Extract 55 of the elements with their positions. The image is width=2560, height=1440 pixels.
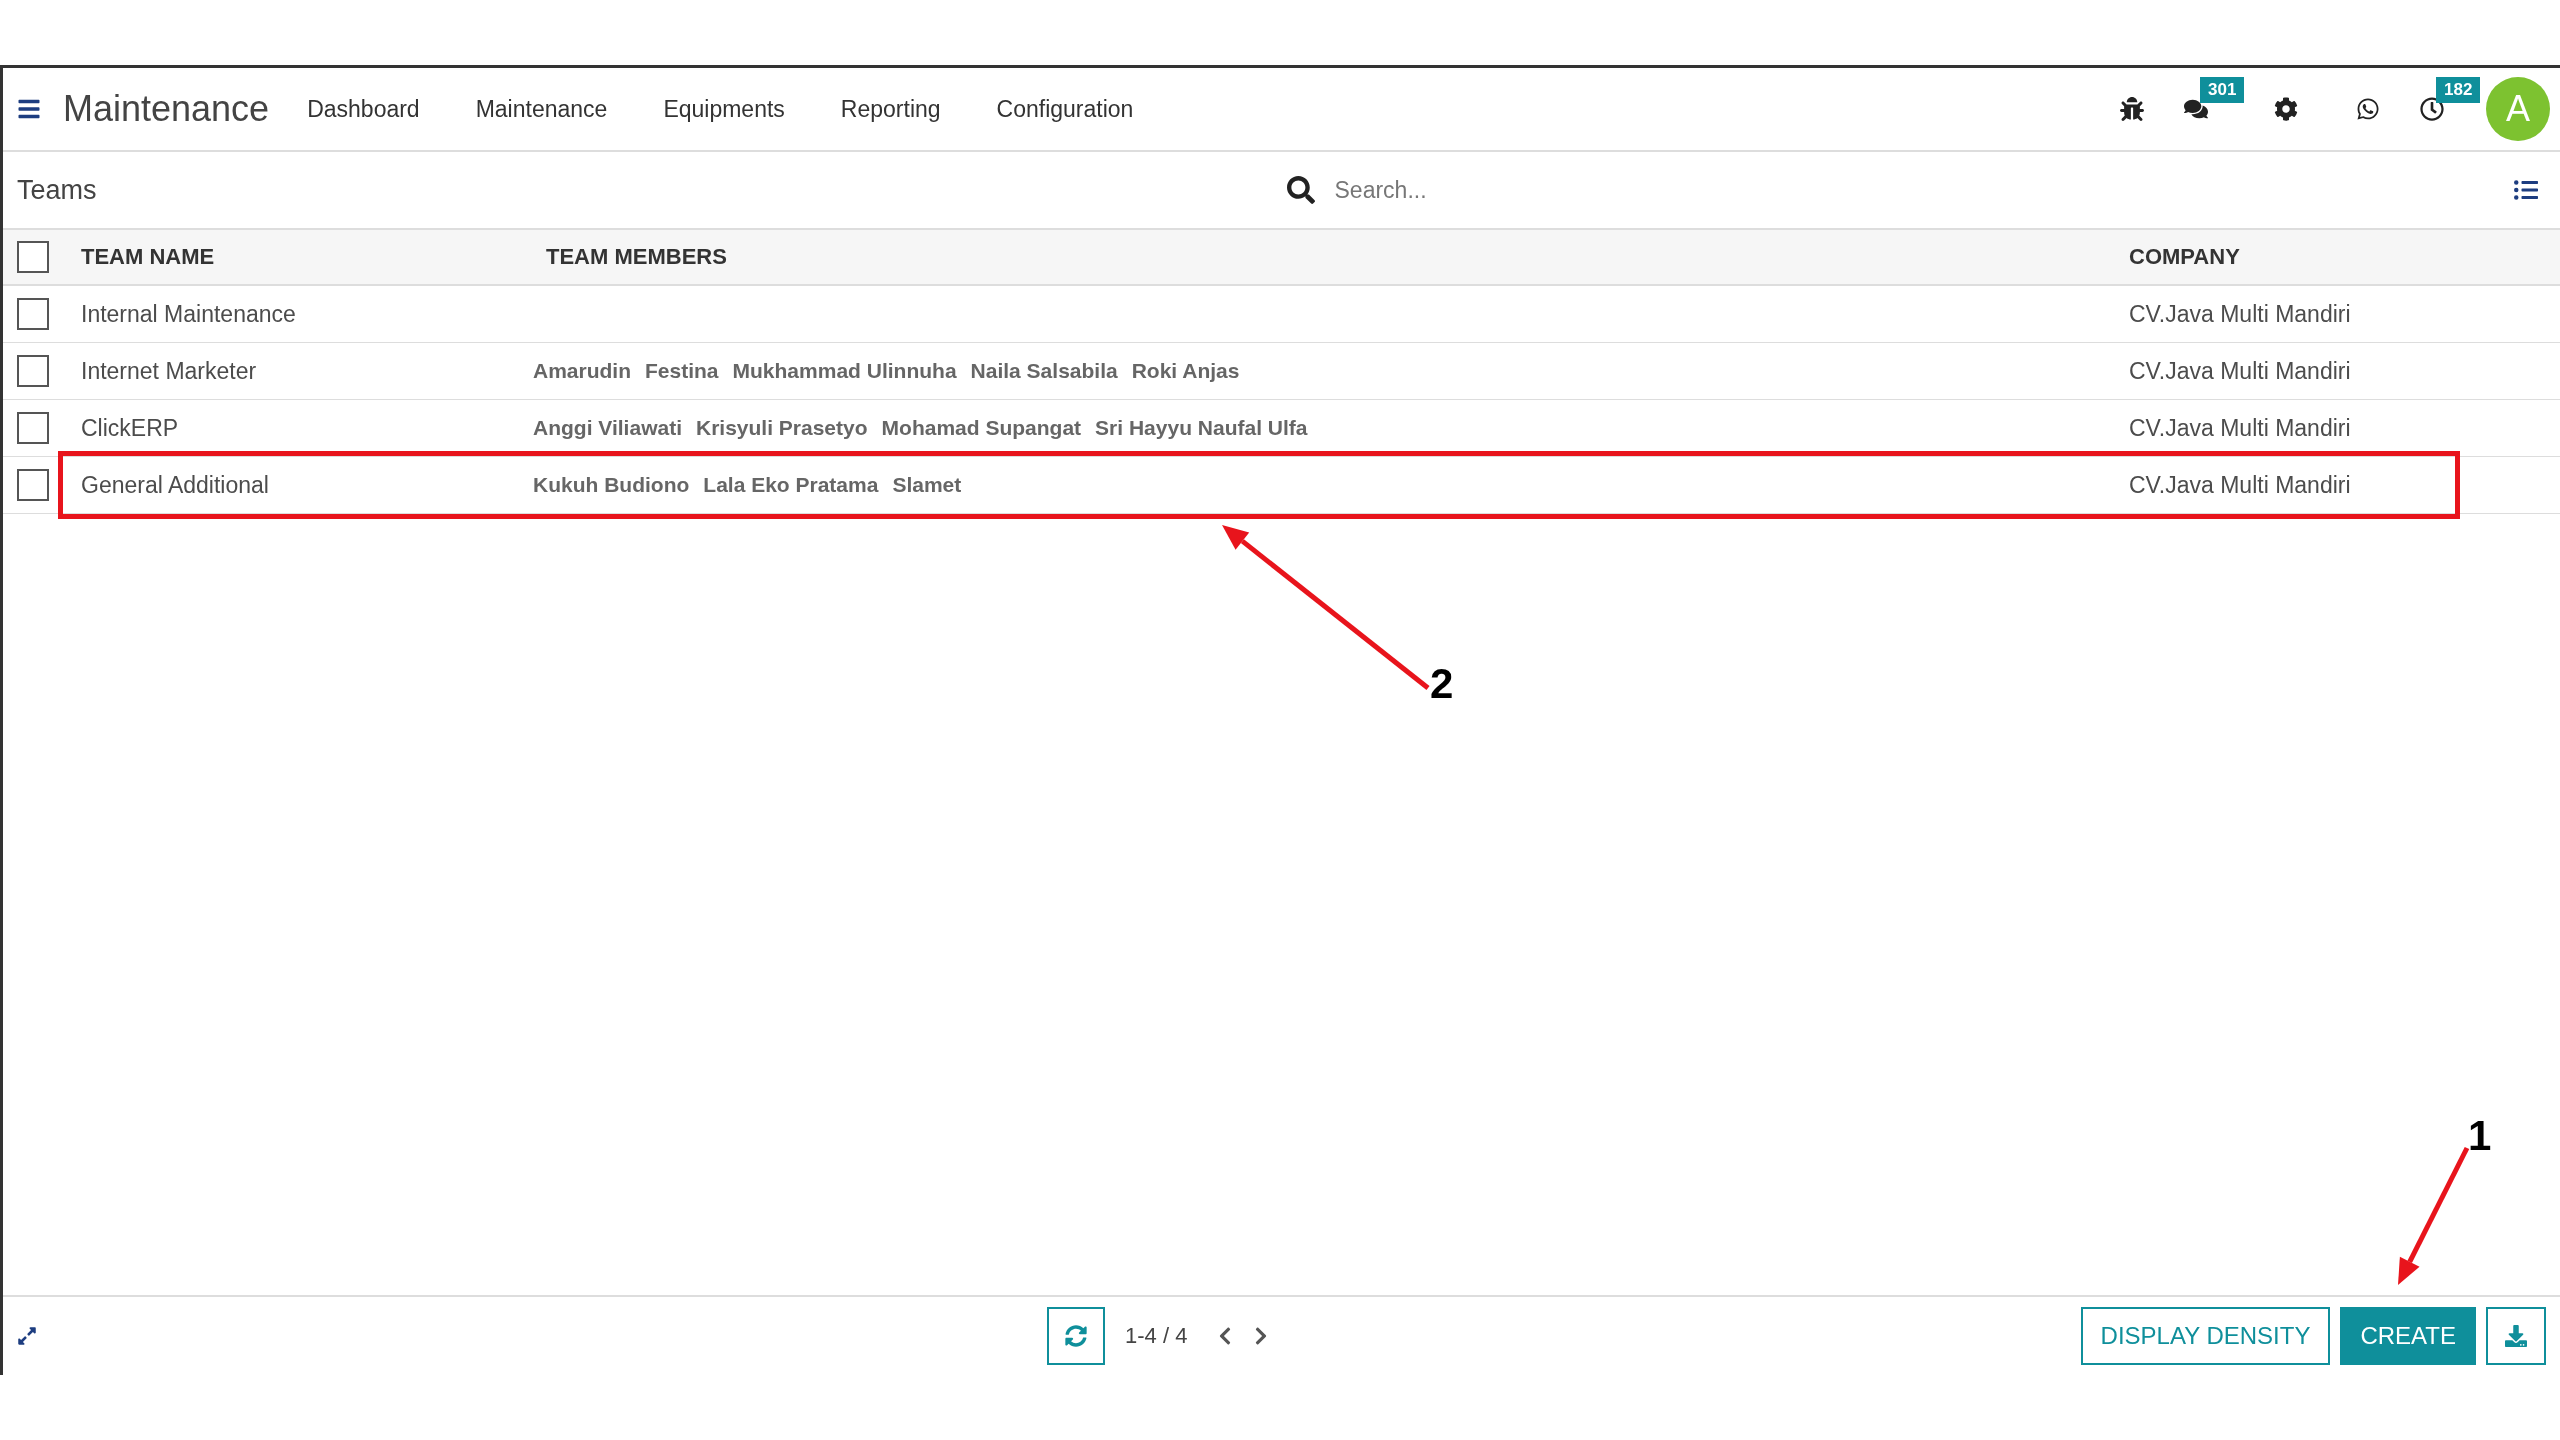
display-density-button[interactable]: DISPLAY DENSITY: [2080, 1307, 2331, 1365]
expand-icon[interactable]: [17, 1326, 37, 1346]
whatsapp-icon[interactable]: [2356, 97, 2380, 121]
callout-number: 1: [2468, 1112, 2492, 1160]
notification-badge: 182: [2436, 77, 2481, 103]
pager-value[interactable]: 1-4 / 4: [1125, 1323, 1188, 1349]
menu-item[interactable]: Dashboard: [307, 95, 420, 123]
bug-icon[interactable]: [2120, 97, 2144, 121]
table-cell-text: General Additional: [80, 471, 270, 499]
download-button[interactable]: [2486, 1307, 2546, 1365]
download-icon: [2505, 1325, 2527, 1347]
member-tag: Slamet: [892, 473, 962, 497]
table-cell-text: ClickERP: [80, 414, 180, 442]
member-tag: Mukhammad Ulinnuha: [732, 359, 957, 383]
menu-icon[interactable]: [17, 97, 41, 121]
breadcrumb: Teams: [17, 174, 97, 206]
settings-icon[interactable]: [2274, 97, 2298, 121]
clock-icon[interactable]: [2420, 97, 2444, 121]
checkbox[interactable]: [17, 469, 49, 501]
notification-badge: 301: [2200, 77, 2245, 103]
app-title: Maintenance: [63, 88, 270, 130]
menu-item[interactable]: Reporting: [840, 95, 941, 123]
menu-item[interactable]: Equipments: [663, 95, 785, 123]
checkbox[interactable]: [17, 412, 49, 444]
member-tag: Kukuh Budiono: [533, 473, 690, 497]
refresh-icon: [1065, 1325, 1087, 1347]
table-cell-text: Internal Maintenance: [80, 300, 297, 328]
column-header[interactable]: COMPANY: [2111, 244, 2455, 270]
create-button[interactable]: CREATE: [2340, 1307, 2476, 1365]
checkbox[interactable]: [17, 298, 49, 330]
callout-number: 2: [1430, 660, 1454, 708]
member-tag: Festina: [645, 359, 719, 383]
search-icon: [1286, 176, 1315, 204]
member-tag: Sri Hayyu Naufal Ulfa: [1095, 416, 1308, 440]
refresh-button[interactable]: [1047, 1307, 1105, 1365]
table-cell-text: CV.Java Multi Mandiri: [2128, 300, 2352, 328]
member-tag: Krisyuli Prasetyo: [695, 416, 868, 440]
member-tag: Anggi Viliawati: [533, 416, 682, 440]
table-cell-text: CV.Java Multi Mandiri: [2128, 357, 2352, 385]
checkbox[interactable]: [17, 241, 49, 273]
checkbox[interactable]: [17, 355, 49, 387]
table-cell-text: Internet Marketer: [80, 357, 258, 385]
member-tag: Roki Anjas: [1131, 359, 1240, 383]
column-header[interactable]: TEAM MEMBERS: [533, 244, 2111, 270]
member-tag: Lala Eko Pratama: [703, 473, 879, 497]
table-cell-text: CV.Java Multi Mandiri: [2128, 471, 2352, 499]
member-tag: Mohamad Supangat: [881, 416, 1082, 440]
member-tag: Naila Salsabila: [970, 359, 1118, 383]
menu-item[interactable]: Configuration: [996, 95, 1134, 123]
menu-item[interactable]: Maintenance: [475, 95, 608, 123]
table-cell-text: CV.Java Multi Mandiri: [2128, 414, 2352, 442]
chat-icon[interactable]: [2184, 97, 2208, 121]
list-view-icon[interactable]: [2514, 178, 2538, 202]
member-tag: Amarudin: [533, 359, 631, 383]
column-header[interactable]: TEAM NAME: [63, 244, 533, 270]
